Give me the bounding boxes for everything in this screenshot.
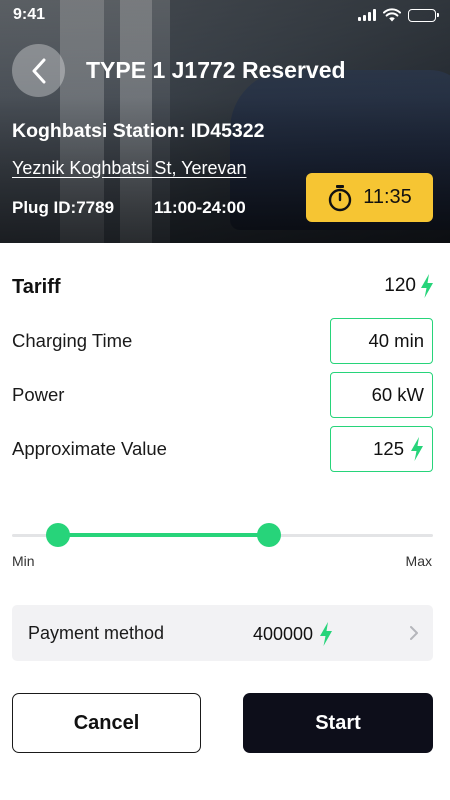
tariff-value: 120 [384,274,434,298]
payment-amount-value: 400000 [253,623,314,644]
wifi-icon [383,8,401,22]
status-time: 9:41 [13,6,46,23]
operating-hours: 11:00-24:00 [154,198,246,217]
payment-balance: 400000 [253,622,333,646]
station-hero: 9:41 TYPE 1 J1772 Reserved Koghbatsi Sta… [0,0,450,243]
payment-method-row[interactable]: Payment method 400000 [12,605,433,661]
plug-id: Plug ID:7789 [12,198,115,217]
slider-max-label: Max [405,553,432,569]
tariff-amount: 120 [384,275,416,296]
page-title: TYPE 1 J1772 Reserved [86,57,346,83]
lightning-bolt-icon [411,437,423,461]
battery-full-icon [408,8,439,22]
cellular-signal-icon [358,9,376,21]
approximate-value-field[interactable]: 125 [330,426,433,472]
start-button[interactable]: Start [243,693,433,753]
time-range-slider[interactable] [12,518,433,552]
reservation-timer-badge: 11:35 [306,173,433,222]
lightning-bolt-icon [320,622,333,646]
charging-time-value: 40 min [368,330,424,351]
chevron-left-icon [32,58,45,83]
timer-value: 11:35 [363,186,412,208]
status-bar: 9:41 [0,0,450,32]
approximate-value-amount: 125 [373,438,404,459]
station-address-link[interactable]: Yeznik Koghbatsi St, Yerevan [12,158,247,179]
power-label: Power [12,384,65,405]
slider-min-handle[interactable] [46,523,71,547]
back-button[interactable] [12,44,65,97]
slider-selected-range [58,533,269,537]
power-value: 60 kW [371,384,424,405]
payment-method-label: Payment method [28,623,165,643]
slider-max-handle[interactable] [256,523,281,547]
charging-time-label: Charging Time [12,330,133,351]
status-icons [358,8,439,22]
chevron-right-icon [410,626,418,640]
tariff-label: Tariff [12,276,61,298]
stopwatch-icon [329,184,352,211]
charging-time-field[interactable]: 40 min [330,318,433,364]
station-name: Koghbatsi Station: ID45322 [12,120,265,142]
approximate-value-label: Approximate Value [12,438,167,459]
power-field[interactable]: 60 kW [330,372,433,418]
lightning-bolt-icon [421,274,433,298]
slider-min-label: Min [12,553,35,569]
cancel-button[interactable]: Cancel [12,693,201,753]
